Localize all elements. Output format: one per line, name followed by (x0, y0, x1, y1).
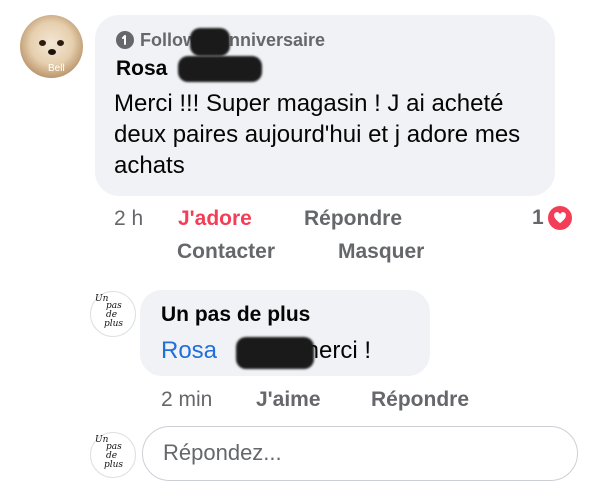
avatar-eye (57, 40, 64, 46)
comment-author[interactable]: Rosa (116, 57, 167, 81)
redaction (190, 28, 230, 56)
commenter-avatar[interactable]: Bell (20, 15, 83, 78)
composer-avatar: Un pas de plus (90, 432, 136, 478)
avatar-nose (48, 49, 56, 55)
avatar-caption: Bell (48, 63, 65, 74)
reply-reply-button[interactable]: Répondre (371, 388, 469, 412)
author-first-name: Rosa (116, 57, 168, 80)
redaction (178, 56, 262, 82)
reply-composer[interactable] (142, 426, 578, 481)
avatar-eye (39, 40, 46, 46)
contact-button[interactable]: Contacter (177, 240, 275, 264)
comment-time[interactable]: 2 h (114, 207, 143, 231)
redaction (236, 337, 314, 369)
reaction-count: 1 (532, 206, 544, 229)
like-button[interactable]: J'aime (256, 388, 321, 412)
heart-icon (546, 205, 573, 231)
reply-time[interactable]: 2 min (161, 388, 212, 412)
hide-button[interactable]: Masquer (338, 240, 424, 264)
reaction-summary[interactable]: 1 (532, 205, 573, 231)
reply-button[interactable]: Répondre (304, 207, 402, 231)
page-avatar[interactable]: Un pas de plus (90, 291, 136, 337)
logo-text: plus (104, 460, 124, 470)
badge-icon (116, 31, 134, 49)
reply-author[interactable]: Un pas de plus (161, 303, 310, 327)
comment-text: Merci !!! Super magasin ! J ai acheté de… (114, 90, 521, 179)
mention-link[interactable]: Rosa (161, 337, 217, 365)
logo-text: plus (104, 319, 124, 329)
love-button[interactable]: J'adore (178, 207, 252, 231)
reply-input[interactable] (161, 427, 545, 479)
badge-label: Follower anniversaire (140, 29, 326, 50)
